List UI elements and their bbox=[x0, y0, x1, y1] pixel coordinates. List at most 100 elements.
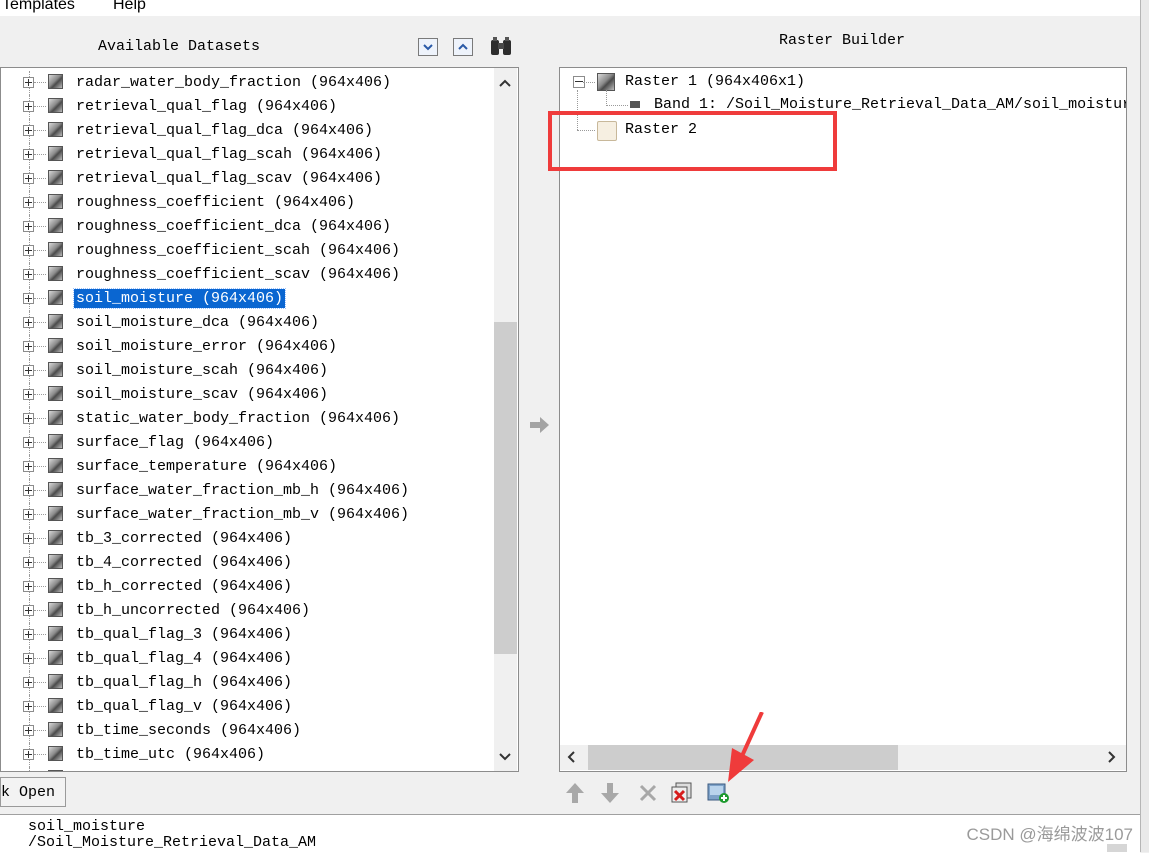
expand-node-icon[interactable] bbox=[23, 677, 34, 688]
dataset-label[interactable]: roughness_coefficient_scah (964x406) bbox=[74, 241, 402, 260]
expand-node-icon[interactable] bbox=[23, 725, 34, 736]
delete-button[interactable] bbox=[636, 781, 660, 805]
expand-node-icon[interactable] bbox=[23, 245, 34, 256]
scroll-up-icon[interactable] bbox=[499, 78, 511, 88]
collapse-all-button[interactable] bbox=[453, 38, 473, 56]
dataset-item[interactable]: surface_water_fraction_mb_v (964x406) bbox=[1, 503, 496, 527]
dataset-label[interactable]: tb_qual_flag_v (964x406) bbox=[74, 697, 294, 716]
dataset-label[interactable]: tb_h_corrected (964x406) bbox=[74, 577, 294, 596]
dataset-item[interactable]: surface_water_fraction_mb_h (964x406) bbox=[1, 479, 496, 503]
dataset-item[interactable]: soil_moisture_scah (964x406) bbox=[1, 359, 496, 383]
move-up-button[interactable] bbox=[563, 781, 587, 805]
dataset-item[interactable]: tb_time_utc (964x406) bbox=[1, 743, 496, 767]
expand-node-icon[interactable] bbox=[23, 581, 34, 592]
expand-node-icon[interactable] bbox=[23, 485, 34, 496]
dataset-item[interactable]: surface_temperature (964x406) bbox=[1, 455, 496, 479]
datasets-tree[interactable]: radar_water_body_fraction (964x406) retri… bbox=[0, 67, 519, 772]
move-down-button[interactable] bbox=[598, 781, 622, 805]
scroll-left-icon[interactable] bbox=[566, 751, 576, 763]
expand-node-icon[interactable] bbox=[23, 749, 34, 760]
dataset-item[interactable]: tb_time_seconds (964x406) bbox=[1, 719, 496, 743]
expand-node-icon[interactable] bbox=[23, 701, 34, 712]
menu-help[interactable]: Help bbox=[113, 0, 146, 14]
dataset-label[interactable]: roughness_coefficient_dca (964x406) bbox=[74, 217, 393, 236]
dataset-item[interactable]: tb_qual_flag_4 (964x406) bbox=[1, 647, 496, 671]
dataset-label[interactable]: tb_h_uncorrected (964x406) bbox=[74, 601, 312, 620]
dataset-item[interactable]: soil_moisture_dca (964x406) bbox=[1, 311, 496, 335]
dataset-label[interactable]: tb_qual_flag_4 (964x406) bbox=[74, 649, 294, 668]
raster-builder-tree[interactable] bbox=[559, 67, 1127, 772]
expand-node-icon[interactable] bbox=[23, 317, 34, 328]
expand-node-icon[interactable] bbox=[23, 341, 34, 352]
dataset-label[interactable]: soil_moisture_scav (964x406) bbox=[74, 385, 330, 404]
expand-node-icon[interactable] bbox=[23, 269, 34, 280]
expand-node-icon[interactable] bbox=[23, 605, 34, 616]
dataset-label[interactable]: soil_moisture_error (964x406) bbox=[74, 337, 339, 356]
dataset-item[interactable]: tb_4_corrected (964x406) bbox=[1, 551, 496, 575]
dataset-label[interactable]: retrieval_qual_flag_scav (964x406) bbox=[74, 169, 384, 188]
dataset-item[interactable]: roughness_coefficient_dca (964x406) bbox=[1, 215, 496, 239]
expand-node-icon[interactable] bbox=[23, 197, 34, 208]
dataset-label[interactable]: roughness_coefficient_scav (964x406) bbox=[74, 265, 402, 284]
scroll-down-icon[interactable] bbox=[499, 752, 511, 762]
dataset-item[interactable]: roughness_coefficient (964x406) bbox=[1, 191, 496, 215]
expand-all-button[interactable] bbox=[418, 38, 438, 56]
expand-node-icon[interactable] bbox=[23, 389, 34, 400]
dataset-item[interactable]: retrieval_qual_flag_dca (964x406) bbox=[1, 119, 496, 143]
expand-node-icon[interactable] bbox=[23, 533, 34, 544]
expand-node-icon[interactable] bbox=[23, 461, 34, 472]
dataset-item[interactable]: radar_water_body_fraction (964x406) bbox=[1, 71, 496, 95]
dataset-item[interactable]: roughness_coefficient_scav (964x406) bbox=[1, 263, 496, 287]
dataset-item[interactable]: soil_moisture (964x406) bbox=[1, 287, 496, 311]
dataset-label[interactable]: tb_time_seconds (964x406) bbox=[74, 721, 303, 740]
dataset-label[interactable]: soil_moisture (964x406) bbox=[72, 288, 287, 309]
expand-node-icon[interactable] bbox=[23, 221, 34, 232]
scroll-right-icon[interactable] bbox=[1107, 751, 1117, 763]
dataset-label[interactable]: radar_water_body_fraction (964x406) bbox=[74, 73, 393, 92]
dataset-label[interactable]: tb_qual_flag_3 (964x406) bbox=[74, 625, 294, 644]
dataset-item[interactable]: tb_h_corrected (964x406) bbox=[1, 575, 496, 599]
dataset-item[interactable]: tb_3_corrected (964x406) bbox=[1, 527, 496, 551]
expand-node-icon[interactable] bbox=[23, 101, 34, 112]
dataset-item[interactable]: retrieval_qual_flag (964x406) bbox=[1, 95, 496, 119]
dataset-item[interactable]: surface_flag (964x406) bbox=[1, 431, 496, 455]
dataset-item[interactable]: soil_moisture_error (964x406) bbox=[1, 335, 496, 359]
expand-node-icon[interactable] bbox=[23, 293, 34, 304]
dataset-item[interactable]: soil_moisture_scav (964x406) bbox=[1, 383, 496, 407]
expand-node-icon[interactable] bbox=[23, 173, 34, 184]
dataset-label[interactable]: tb_4_corrected (964x406) bbox=[74, 553, 294, 572]
dataset-item[interactable]: static_water_body_fraction (964x406) bbox=[1, 407, 496, 431]
dataset-label[interactable]: surface_temperature (964x406) bbox=[74, 457, 339, 476]
find-button[interactable] bbox=[489, 36, 513, 58]
quick-open-button[interactable]: k Open bbox=[0, 777, 66, 807]
dataset-label[interactable]: soil_moisture_dca (964x406) bbox=[74, 313, 321, 332]
expand-node-icon[interactable] bbox=[23, 557, 34, 568]
remove-raster-button[interactable] bbox=[670, 781, 694, 805]
dataset-item[interactable]: tb_qual_flag_h (964x406) bbox=[1, 671, 496, 695]
dataset-item[interactable]: tb_qual_flag_v (964x406) bbox=[1, 695, 496, 719]
expand-node-icon[interactable] bbox=[23, 149, 34, 160]
dataset-label[interactable]: retrieval_qual_flag_scah (964x406) bbox=[74, 145, 384, 164]
expand-node-icon[interactable] bbox=[23, 653, 34, 664]
datasets-scroll-thumb[interactable] bbox=[494, 322, 517, 654]
menu-templates[interactable]: Templates bbox=[2, 0, 75, 14]
dataset-label[interactable]: tb_time_utc (964x406) bbox=[74, 745, 267, 764]
dataset-label[interactable]: static_water_body_fraction (964x406) bbox=[74, 409, 402, 428]
expand-node-icon[interactable] bbox=[23, 509, 34, 520]
dataset-label[interactable]: tb_3_corrected (964x406) bbox=[74, 529, 294, 548]
dataset-label[interactable]: retrieval_qual_flag_dca (964x406) bbox=[74, 121, 375, 140]
dataset-label[interactable]: surface_water_fraction_mb_v (964x406) bbox=[74, 505, 411, 524]
dataset-label[interactable]: retrieval_qual_flag (964x406) bbox=[74, 97, 339, 116]
dataset-item[interactable]: tb_qual_flag_3 (964x406) bbox=[1, 623, 496, 647]
dataset-item[interactable]: roughness_coefficient_scah (964x406) bbox=[1, 239, 496, 263]
add-arrow-icon[interactable] bbox=[528, 415, 552, 435]
dataset-label[interactable]: tb_qual_flag_h (964x406) bbox=[74, 673, 294, 692]
dataset-label[interactable]: surface_water_fraction_mb_h (964x406) bbox=[74, 481, 411, 500]
dataset-label[interactable]: roughness_coefficient (964x406) bbox=[74, 193, 357, 212]
dataset-label[interactable]: surface_flag (964x406) bbox=[74, 433, 276, 452]
expand-node-icon[interactable] bbox=[23, 437, 34, 448]
dataset-item[interactable]: tb_h_uncorrected (964x406) bbox=[1, 599, 496, 623]
expand-node-icon[interactable] bbox=[23, 413, 34, 424]
expand-node-icon[interactable] bbox=[23, 77, 34, 88]
info-scroll-thumb[interactable] bbox=[1107, 844, 1127, 852]
